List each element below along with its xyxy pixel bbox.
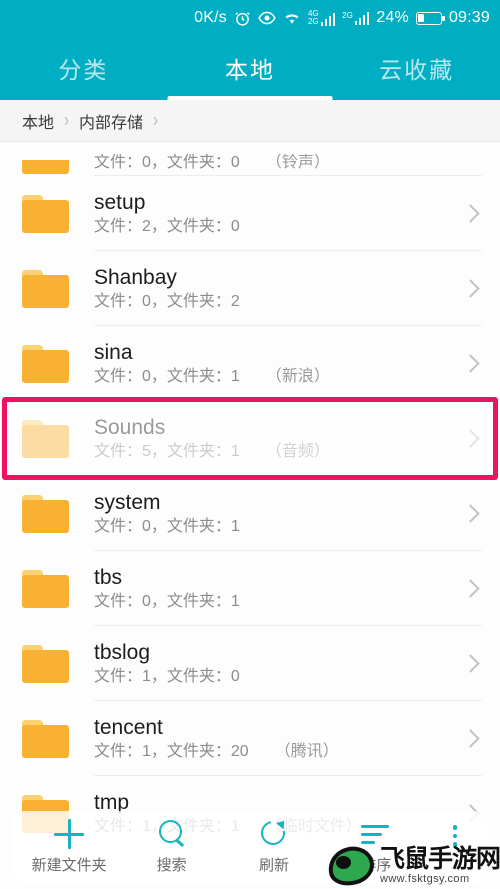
- chevron-right-icon: [460, 653, 482, 675]
- list-item-counts: 文件：0，文件夹：0: [94, 154, 240, 171]
- list-item-counts: 文件：0，文件夹：1: [94, 593, 240, 611]
- tab-local[interactable]: 本地: [167, 36, 334, 100]
- new-folder-label: 新建文件夹: [31, 857, 107, 874]
- battery-icon: [415, 11, 445, 25]
- status-bar: 0K/s 4G 2G 2G 24% 09:39: [0, 0, 500, 36]
- folder-list[interactable]: 文件：0，文件夹：0 （铃声） setup 文件：2，文件夹：0 Shanbay…: [0, 142, 500, 889]
- list-item-counts: 文件：5，文件夹：1: [94, 443, 240, 461]
- folder-icon: [22, 644, 69, 683]
- list-item-counts: 文件：0，文件夹：2: [94, 293, 240, 311]
- tab-bar: 分类 本地 云收藏: [0, 36, 500, 100]
- list-item-alias: （新浪）: [265, 368, 330, 386]
- list-item-sounds[interactable]: Sounds 文件：5，文件夹：1 （音频）: [0, 401, 500, 476]
- list-item[interactable]: system 文件：0，文件夹：1: [0, 476, 500, 551]
- clock-text: 09:39: [448, 9, 490, 26]
- refresh-label: 刷新: [258, 857, 289, 874]
- list-item-name: tbs: [94, 565, 123, 589]
- folder-icon: [22, 194, 69, 233]
- list-item-name: Shanbay: [94, 265, 177, 289]
- sim1-bottom-label: 2G: [307, 17, 319, 26]
- list-item-name: sina: [94, 340, 133, 364]
- list-item-name: setup: [94, 190, 146, 214]
- new-folder-button[interactable]: 新建文件夹: [23, 819, 115, 875]
- breadcrumb-item-internal-storage[interactable]: 内部存储: [79, 109, 143, 133]
- plus-icon: [54, 819, 85, 849]
- chevron-right-icon: [460, 578, 482, 600]
- chevron-right-icon: ›: [64, 109, 70, 132]
- more-options-button[interactable]: [433, 821, 477, 873]
- tab-categories-label: 分类: [58, 57, 109, 83]
- sort-label: 排序: [361, 857, 392, 874]
- folder-icon: [22, 344, 69, 383]
- sort-button[interactable]: 排序: [330, 819, 422, 875]
- folder-icon: [22, 719, 69, 758]
- folder-icon: [22, 569, 69, 608]
- tab-categories[interactable]: 分类: [0, 36, 167, 100]
- file-manager-app: 0K/s 4G 2G 2G 24% 09:39 分类 本地 云收藏 本地 › 内…: [0, 0, 500, 889]
- list-item[interactable]: tbs 文件：0，文件夹：1: [0, 551, 500, 626]
- chevron-right-icon: [460, 503, 482, 525]
- search-label: 搜索: [156, 857, 187, 874]
- list-item-counts: 文件：2，文件夹：0: [94, 218, 240, 236]
- list-item-counts: 文件：0，文件夹：1: [94, 518, 240, 536]
- list-item-counts: 文件：0，文件夹：1: [94, 368, 240, 386]
- chevron-right-icon: [460, 728, 482, 750]
- list-item-name: system: [94, 490, 161, 514]
- more-vertical-icon: [444, 821, 466, 851]
- eye-icon: [258, 11, 276, 25]
- folder-icon: [22, 494, 69, 533]
- list-item[interactable]: Shanbay 文件：0，文件夹：2: [0, 251, 500, 326]
- signal-sim1-icon: 4G 2G: [307, 9, 336, 27]
- list-item[interactable]: setup 文件：2，文件夹：0: [0, 176, 500, 251]
- folder-icon: [22, 269, 69, 308]
- tab-local-label: 本地: [225, 57, 275, 83]
- list-item-alias: （铃声）: [265, 154, 330, 171]
- tab-cloud-favorites[interactable]: 云收藏: [333, 36, 500, 100]
- refresh-button[interactable]: 刷新: [228, 816, 320, 875]
- wifi-icon: [283, 11, 301, 25]
- list-item[interactable]: 文件：0，文件夹：0 （铃声）: [0, 142, 500, 176]
- chevron-right-icon: [460, 428, 482, 450]
- chevron-right-icon: [460, 203, 482, 225]
- search-button[interactable]: 搜索: [126, 819, 218, 875]
- list-item-alias: （音频）: [265, 443, 330, 461]
- network-speed-text: 0K/s: [194, 9, 227, 26]
- list-item-counts: 文件：1，文件夹：20: [94, 743, 249, 761]
- list-item-name: Sounds: [94, 415, 166, 439]
- list-item[interactable]: tbslog 文件：1，文件夹：0: [0, 626, 500, 701]
- chevron-right-icon: [460, 353, 482, 375]
- signal-sim2-icon: 2G: [342, 10, 370, 25]
- search-icon: [157, 819, 187, 849]
- breadcrumb-item-local[interactable]: 本地: [22, 109, 54, 133]
- folder-icon: [22, 419, 69, 458]
- breadcrumb: 本地 › 内部存储 ›: [0, 100, 500, 142]
- list-item-alias: （腾讯）: [274, 743, 339, 761]
- sort-icon: [361, 819, 391, 849]
- list-item-counts: 文件：1，文件夹：0: [94, 668, 240, 686]
- battery-percent-text: 24%: [376, 9, 409, 26]
- refresh-icon: [256, 816, 290, 850]
- list-item-name: tencent: [94, 715, 163, 739]
- list-item-name: tbslog: [94, 640, 151, 664]
- chevron-right-icon: ›: [153, 109, 159, 132]
- list-item[interactable]: sina 文件：0，文件夹：1 （新浪）: [0, 326, 500, 401]
- sim2-label: 2G: [342, 10, 353, 20]
- alarm-clock-icon: [234, 10, 251, 27]
- bottom-toolbar: 新建文件夹 搜索 刷新 排序: [12, 811, 488, 883]
- folder-icon: [22, 160, 69, 174]
- tab-cloud-favorites-label: 云收藏: [379, 57, 455, 83]
- chevron-right-icon: [460, 278, 482, 300]
- list-item[interactable]: tencent 文件：1，文件夹：20 （腾讯）: [0, 701, 500, 776]
